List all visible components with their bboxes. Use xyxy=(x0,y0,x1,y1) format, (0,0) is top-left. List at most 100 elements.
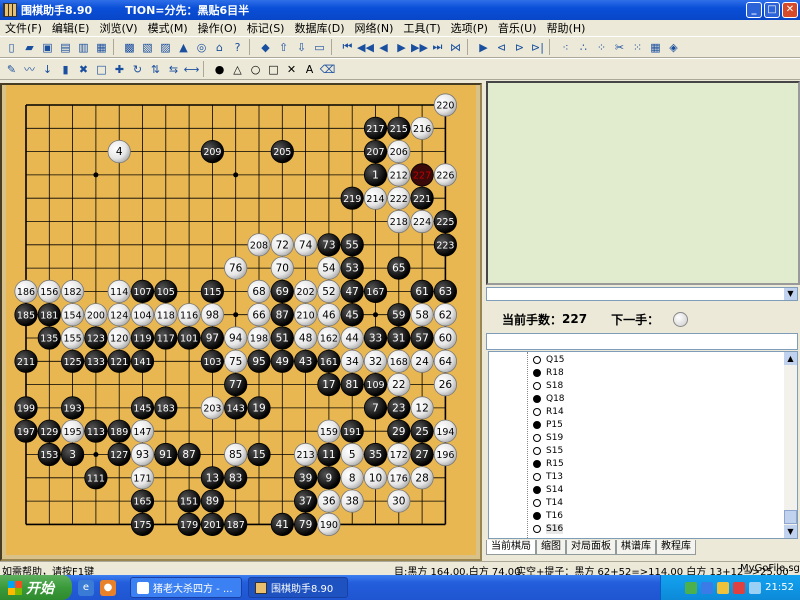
white-stone[interactable]: 171 xyxy=(130,466,155,490)
black-stone[interactable]: 141 xyxy=(130,349,155,373)
black-stone[interactable]: 69 xyxy=(270,279,294,303)
stones-icon[interactable]: ⁖ xyxy=(557,39,574,56)
black-stone[interactable]: 77 xyxy=(224,372,248,397)
tab-tutorial-library[interactable]: 教程库 xyxy=(656,540,696,555)
black-stone[interactable]: 107 xyxy=(130,279,155,303)
white-stone[interactable]: 38 xyxy=(340,489,364,513)
white-stone[interactable]: 70 xyxy=(270,256,294,280)
black-stone[interactable]: 31 xyxy=(387,326,411,350)
black-stone[interactable]: 13 xyxy=(200,466,224,490)
black-stone[interactable]: 59 xyxy=(387,303,411,327)
white-stone[interactable]: 22 xyxy=(387,372,411,397)
white-stone[interactable]: 85 xyxy=(224,442,248,467)
move-tree-item[interactable]: R18 xyxy=(533,366,564,379)
white-stone[interactable]: 32 xyxy=(363,349,388,373)
black-stone-icon[interactable]: ● xyxy=(211,61,228,78)
black-stone[interactable]: 189 xyxy=(107,419,131,443)
tab-game-library[interactable]: 棋谱库 xyxy=(616,540,656,555)
white-stone[interactable]: 104 xyxy=(130,303,155,327)
scroll-up-icon[interactable]: ▲ xyxy=(784,352,797,365)
maximize-button[interactable]: □ xyxy=(764,2,780,18)
black-stone[interactable]: 101 xyxy=(177,326,201,350)
white-stone[interactable]: 176 xyxy=(387,466,411,490)
menu-network[interactable]: 网络(N) xyxy=(350,20,399,36)
white-stone[interactable]: 222 xyxy=(387,186,411,210)
white-stone[interactable]: 12 xyxy=(410,396,434,420)
network-icon[interactable]: ◎ xyxy=(193,39,210,56)
black-stone[interactable]: 27 xyxy=(410,442,434,467)
white-stone[interactable]: 220 xyxy=(433,93,457,117)
black-stone[interactable]: 205 xyxy=(270,139,294,164)
tray-qq-icon[interactable] xyxy=(701,581,714,594)
black-stone[interactable]: 95 xyxy=(247,349,271,373)
diagram-icon[interactable]: ▧ xyxy=(139,39,156,56)
back-fast-icon[interactable]: ◀◀ xyxy=(357,39,374,56)
black-stone[interactable]: 65 xyxy=(387,256,411,280)
black-stone[interactable]: 175 xyxy=(130,512,155,536)
move-tree-item[interactable]: P15 xyxy=(533,418,563,431)
help-icon[interactable]: ? xyxy=(229,39,246,56)
black-stone[interactable]: 225 xyxy=(433,209,457,234)
pen-icon[interactable]: ✎ xyxy=(3,61,20,78)
black-stone[interactable]: 43 xyxy=(293,349,318,373)
black-stone[interactable]: 73 xyxy=(317,233,341,257)
white-stone[interactable]: 8 xyxy=(340,466,364,490)
black-stone[interactable]: 113 xyxy=(84,419,108,443)
white-stone[interactable]: 94 xyxy=(224,326,248,350)
tag-icon[interactable]: ◈ xyxy=(665,39,682,56)
white-stone[interactable]: 34 xyxy=(340,349,364,373)
stones3-icon[interactable]: ⁘ xyxy=(593,39,610,56)
group-icon[interactable]: ⁙ xyxy=(629,39,646,56)
black-stone[interactable]: 45 xyxy=(340,303,364,327)
black-stone[interactable]: 183 xyxy=(154,396,178,420)
black-stone[interactable]: 19 xyxy=(247,396,271,420)
black-stone[interactable]: 9 xyxy=(317,466,341,490)
white-stone[interactable]: 226 xyxy=(433,163,457,187)
play-icon[interactable]: ▶ xyxy=(475,39,492,56)
black-stone[interactable]: 111 xyxy=(84,466,108,490)
white-stone[interactable]: 156 xyxy=(37,279,61,303)
square-icon[interactable]: □ xyxy=(93,61,110,78)
white-stone[interactable]: 196 xyxy=(433,442,457,467)
black-stone[interactable]: 153 xyxy=(37,442,61,467)
black-stone[interactable]: 123 xyxy=(84,326,108,350)
black-stone[interactable]: 197 xyxy=(14,419,38,443)
white-stone[interactable]: 72 xyxy=(270,233,294,257)
white-stone[interactable]: 75 xyxy=(224,349,248,373)
black-stone[interactable]: 83 xyxy=(224,466,248,490)
black-stone[interactable]: 33 xyxy=(363,326,388,350)
black-stone[interactable]: 219 xyxy=(340,186,364,210)
rect-icon[interactable]: □ xyxy=(265,61,282,78)
black-stone[interactable]: 81 xyxy=(340,372,364,397)
black-stone[interactable]: 105 xyxy=(154,279,178,303)
board-icon[interactable]: ▩ xyxy=(121,39,138,56)
white-stone[interactable]: 68 xyxy=(247,279,271,303)
white-stone[interactable]: 147 xyxy=(130,419,155,443)
black-stone[interactable]: 215 xyxy=(387,116,411,140)
rotate-icon[interactable]: ↻ xyxy=(129,61,146,78)
white-stone[interactable]: 118 xyxy=(154,303,178,327)
black-stone[interactable]: 117 xyxy=(154,326,178,350)
tray-volume-icon[interactable] xyxy=(749,581,762,594)
black-stone[interactable]: 97 xyxy=(200,326,224,350)
white-stone[interactable]: 62 xyxy=(433,303,457,327)
ie-icon[interactable]: e xyxy=(78,579,94,596)
white-stone[interactable]: 66 xyxy=(247,303,271,327)
branch-next-icon[interactable]: ⊳ xyxy=(511,39,528,56)
move-tree-item[interactable]: S19 xyxy=(533,431,563,444)
scroll-down-icon[interactable]: ▼ xyxy=(784,525,797,538)
black-stone[interactable]: 161 xyxy=(317,349,341,373)
tab-current-game[interactable]: 当前棋局 xyxy=(486,540,536,555)
black-stone[interactable]: 7 xyxy=(363,396,388,420)
tray-alert-icon[interactable] xyxy=(717,581,730,594)
white-stone[interactable]: 124 xyxy=(107,303,131,327)
go-board[interactable]: 220 217 215 216 4 209 205 207 206 1 212 227 226 219 21… xyxy=(6,85,476,555)
black-stone[interactable]: 89 xyxy=(200,489,224,513)
black-stone[interactable]: 53 xyxy=(340,256,364,280)
white-stone[interactable]: 154 xyxy=(60,303,85,327)
white-stone[interactable]: 44 xyxy=(340,326,364,350)
white-stone[interactable]: 24 xyxy=(410,349,434,373)
black-stone[interactable]: 211 xyxy=(14,349,38,373)
black-stone[interactable]: 41 xyxy=(270,512,294,536)
white-stone[interactable]: 155 xyxy=(60,326,85,350)
